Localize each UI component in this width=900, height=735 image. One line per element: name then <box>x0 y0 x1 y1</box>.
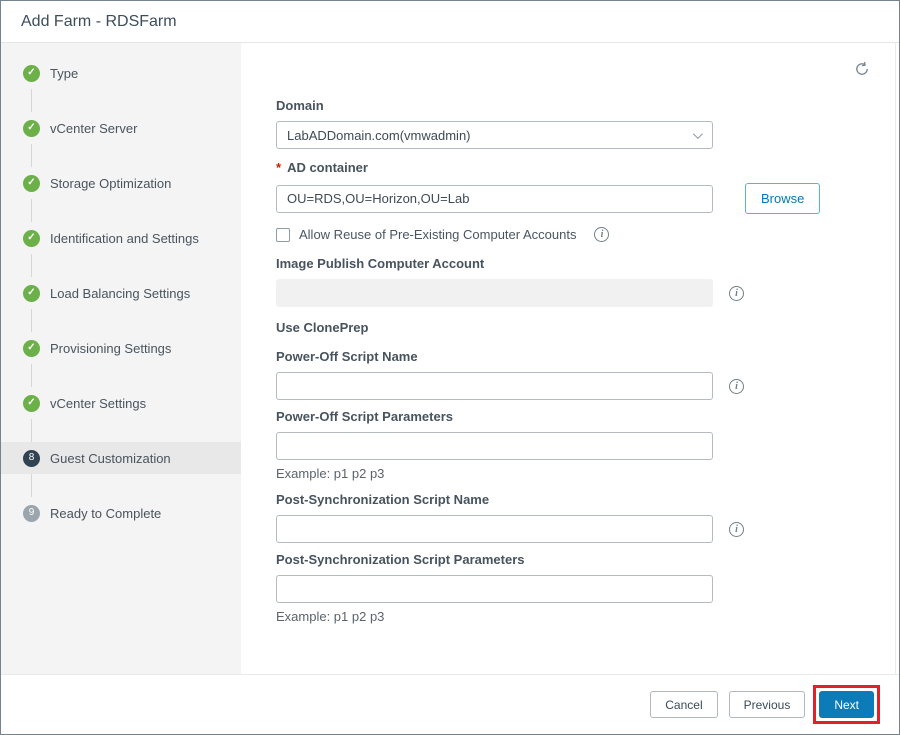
step-storage-optimization[interactable]: ✓ Storage Optimization <box>1 167 241 199</box>
add-farm-dialog: Add Farm - RDSFarm ✓ Type ✓ vCenter Serv… <box>0 0 900 735</box>
post-sync-script-name-input[interactable] <box>276 515 713 543</box>
step-number-badge: 9 <box>23 504 40 522</box>
step-connector <box>31 364 32 387</box>
step-provisioning-settings[interactable]: ✓ Provisioning Settings <box>1 332 241 364</box>
domain-selected-value: LabADDomain.com(vmwadmin) <box>287 127 471 143</box>
wizard-stepper: ✓ Type ✓ vCenter Server ✓ Storage Optimi… <box>1 43 241 674</box>
step-connector <box>31 144 32 167</box>
step-connector <box>31 89 32 112</box>
power-off-name-label: Power-Off Script Name <box>276 349 418 364</box>
domain-field-group: Domain LabADDomain.com(vmwadmin) <box>276 98 869 149</box>
step-guest-customization[interactable]: 8 Guest Customization <box>1 442 241 474</box>
step-done-check-icon: ✓ <box>23 339 40 357</box>
step-connector <box>31 254 32 277</box>
power-off-params-field-group: Power-Off Script Parameters Example: p1 … <box>276 409 869 481</box>
dialog-title: Add Farm - RDSFarm <box>21 12 177 30</box>
post-sync-script-params-input[interactable] <box>276 575 713 603</box>
step-vcenter-settings[interactable]: ✓ vCenter Settings <box>1 387 241 419</box>
power-off-params-label: Power-Off Script Parameters <box>276 409 454 424</box>
step-done-check-icon: ✓ <box>23 229 40 247</box>
step-connector <box>31 474 32 497</box>
power-off-script-params-input[interactable] <box>276 432 713 460</box>
step-connector <box>31 309 32 332</box>
domain-label: Domain <box>276 98 324 113</box>
post-sync-params-label: Post-Synchronization Script Parameters <box>276 552 525 567</box>
step-identification-settings[interactable]: ✓ Identification and Settings <box>1 222 241 254</box>
image-publish-field-group: Image Publish Computer Account i <box>276 256 869 307</box>
scrollbar-track[interactable] <box>895 43 896 674</box>
ad-container-label: * AD container <box>276 160 368 175</box>
dialog-footer: Cancel Previous Next <box>1 674 899 734</box>
allow-reuse-checkbox[interactable] <box>276 227 290 242</box>
post-sync-params-hint: Example: p1 p2 p3 <box>276 609 385 624</box>
info-icon[interactable]: i <box>729 521 744 537</box>
use-cloneprep-label: Use ClonePrep <box>276 320 369 335</box>
guest-customization-panel: Domain LabADDomain.com(vmwadmin) * AD co… <box>241 43 899 674</box>
post-sync-name-field-group: Post-Synchronization Script Name i <box>276 492 869 543</box>
previous-button[interactable]: Previous <box>728 691 806 718</box>
chevron-down-icon <box>692 128 703 139</box>
image-publish-input <box>276 279 713 307</box>
post-sync-params-field-group: Post-Synchronization Script Parameters E… <box>276 552 869 624</box>
refresh-icon[interactable] <box>853 61 871 79</box>
info-icon[interactable]: i <box>729 285 744 301</box>
step-vcenter-server[interactable]: ✓ vCenter Server <box>1 112 241 144</box>
dialog-body: ✓ Type ✓ vCenter Server ✓ Storage Optimi… <box>1 43 899 674</box>
step-connector <box>31 199 32 222</box>
power-off-params-hint: Example: p1 p2 p3 <box>276 466 385 481</box>
next-button[interactable]: Next <box>819 691 874 718</box>
power-off-name-field-group: Power-Off Script Name i <box>276 349 869 400</box>
step-type[interactable]: ✓ Type <box>1 57 241 89</box>
highlight-annotation: Next <box>813 685 880 724</box>
browse-button[interactable]: Browse <box>745 183 821 214</box>
domain-select[interactable]: LabADDomain.com(vmwadmin) <box>276 121 713 149</box>
info-icon[interactable]: i <box>729 378 744 394</box>
step-done-check-icon: ✓ <box>23 174 40 192</box>
allow-reuse-label: Allow Reuse of Pre-Existing Computer Acc… <box>299 227 577 242</box>
cancel-button[interactable]: Cancel <box>650 691 718 718</box>
step-load-balancing-settings[interactable]: ✓ Load Balancing Settings <box>1 277 241 309</box>
ad-container-field-group: * AD container Browse <box>276 160 869 214</box>
ad-container-input[interactable] <box>276 184 713 213</box>
step-done-check-icon: ✓ <box>23 64 40 82</box>
step-number-badge: 8 <box>23 449 40 467</box>
dialog-titlebar: Add Farm - RDSFarm <box>1 1 899 43</box>
info-icon[interactable]: i <box>594 227 610 242</box>
required-asterisk: * <box>276 160 282 175</box>
image-publish-label: Image Publish Computer Account <box>276 256 485 271</box>
post-sync-name-label: Post-Synchronization Script Name <box>276 492 490 507</box>
step-done-check-icon: ✓ <box>23 119 40 137</box>
step-done-check-icon: ✓ <box>23 284 40 302</box>
allow-reuse-row: Allow Reuse of Pre-Existing Computer Acc… <box>276 227 869 242</box>
step-connector <box>31 419 32 442</box>
step-ready-to-complete[interactable]: 9 Ready to Complete <box>1 497 241 529</box>
power-off-script-name-input[interactable] <box>276 372 713 400</box>
step-done-check-icon: ✓ <box>23 394 40 412</box>
